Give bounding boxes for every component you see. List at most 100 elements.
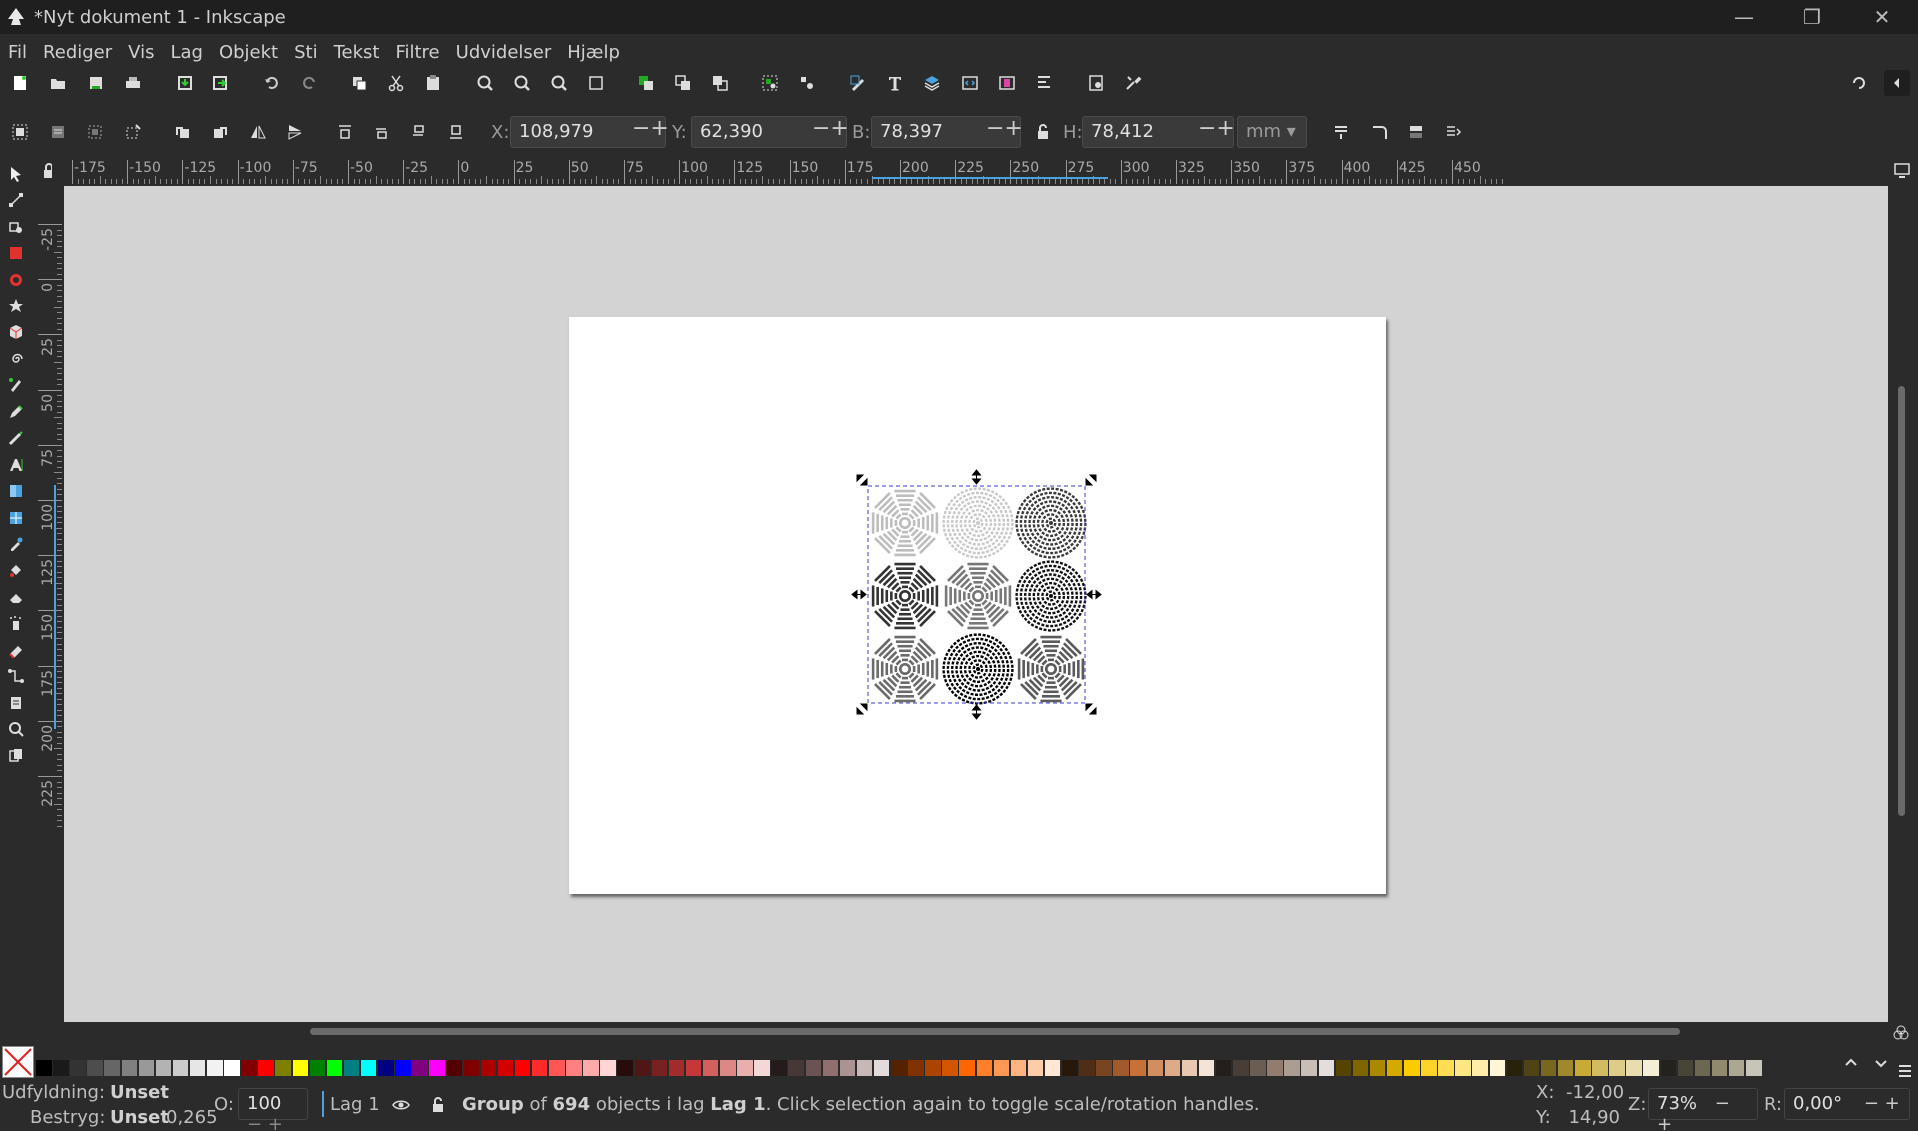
color-swatch[interactable]	[1421, 1060, 1437, 1076]
print-icon[interactable]	[120, 70, 146, 96]
color-swatch[interactable]	[207, 1060, 223, 1076]
color-swatch[interactable]	[617, 1060, 633, 1076]
unit-select[interactable]: mm ▾	[1237, 116, 1307, 148]
xml-editor-icon[interactable]	[957, 70, 983, 96]
color-swatch[interactable]	[1609, 1060, 1625, 1076]
menu-rediger[interactable]: Rediger	[35, 42, 120, 63]
color-swatch[interactable]	[754, 1060, 770, 1076]
color-swatch[interactable]	[1472, 1060, 1488, 1076]
zoom-selection-icon[interactable]	[472, 70, 498, 96]
zoom-tool-icon[interactable]	[4, 717, 28, 741]
measure-eraser-icon[interactable]	[4, 638, 28, 662]
lower-icon[interactable]	[406, 119, 432, 145]
color-swatch[interactable]	[1677, 1060, 1694, 1076]
color-swatch[interactable]	[891, 1060, 907, 1076]
color-swatch[interactable]	[104, 1060, 120, 1076]
paste-icon[interactable]	[420, 70, 446, 96]
minimize-button[interactable]: —	[1710, 0, 1778, 34]
move-gradients-icon[interactable]	[1403, 119, 1429, 145]
color-swatch[interactable]	[36, 1060, 52, 1076]
color-swatch[interactable]	[138, 1060, 155, 1076]
calligraphy-tool-icon[interactable]	[4, 426, 28, 450]
color-swatch[interactable]	[1284, 1060, 1300, 1076]
color-swatch[interactable]	[1164, 1060, 1181, 1076]
preferences-icon[interactable]	[1120, 70, 1146, 96]
fill-value[interactable]: Unset	[110, 1082, 169, 1103]
y-stepper[interactable]: −+	[812, 116, 849, 141]
color-swatch[interactable]	[1233, 1060, 1249, 1076]
height-stepper[interactable]: −+	[1198, 116, 1235, 141]
color-swatch[interactable]	[1728, 1060, 1745, 1076]
selected-group[interactable]	[64, 186, 1888, 1022]
color-swatch[interactable]	[1575, 1060, 1591, 1076]
color-swatch[interactable]	[343, 1060, 360, 1076]
color-swatch[interactable]	[771, 1060, 787, 1076]
color-swatch[interactable]	[1010, 1060, 1027, 1076]
horizontal-scroll-thumb[interactable]	[310, 1028, 1680, 1035]
text-tool-icon[interactable]	[4, 453, 28, 477]
unlink-clone-icon[interactable]	[707, 70, 733, 96]
menu-fil[interactable]: Fil	[0, 42, 35, 63]
color-swatch[interactable]	[429, 1060, 445, 1076]
open-icon[interactable]	[45, 70, 71, 96]
color-swatch[interactable]	[702, 1060, 719, 1076]
clone-icon[interactable]	[670, 70, 696, 96]
color-swatch[interactable]	[1301, 1060, 1317, 1076]
canvas[interactable]	[64, 186, 1888, 1022]
color-swatch[interactable]	[1592, 1060, 1608, 1076]
color-swatch[interactable]	[1523, 1060, 1540, 1076]
display-mode-icon[interactable]	[1890, 158, 1914, 182]
color-swatch[interactable]	[1062, 1060, 1078, 1076]
color-swatch[interactable]	[1335, 1060, 1352, 1076]
color-swatch[interactable]	[1198, 1060, 1215, 1076]
pages-tool-icon[interactable]	[4, 691, 28, 715]
connector-tool-icon[interactable]	[4, 664, 28, 688]
node-tool-icon[interactable]	[4, 188, 28, 212]
color-swatch[interactable]	[87, 1060, 103, 1076]
group-icon[interactable]	[757, 70, 783, 96]
color-swatch[interactable]	[1130, 1060, 1146, 1076]
menu-sti[interactable]: Sti	[286, 42, 325, 63]
color-swatch[interactable]	[873, 1060, 890, 1076]
color-swatch[interactable]	[412, 1060, 428, 1076]
color-swatch[interactable]	[1113, 1060, 1129, 1076]
export-icon[interactable]	[207, 70, 233, 96]
color-swatch[interactable]	[600, 1060, 616, 1076]
color-swatch[interactable]	[976, 1060, 992, 1076]
color-swatch[interactable]	[480, 1060, 497, 1076]
menu-vis[interactable]: Vis	[120, 42, 162, 63]
snap-toggle-icon[interactable]	[1846, 70, 1872, 96]
flip-horizontal-icon[interactable]	[245, 119, 271, 145]
color-swatch[interactable]	[651, 1060, 668, 1076]
layer-visibility-icon[interactable]	[388, 1092, 414, 1118]
maximize-button[interactable]: ❐	[1778, 0, 1846, 34]
rectangle-tool-icon[interactable]	[4, 241, 28, 265]
color-swatch[interactable]	[292, 1060, 308, 1076]
color-swatch[interactable]	[1438, 1060, 1454, 1076]
color-swatch[interactable]	[993, 1060, 1010, 1076]
color-swatch[interactable]	[1404, 1060, 1420, 1076]
zoom-drawing-icon[interactable]	[509, 70, 535, 96]
menu-udvidelser[interactable]: Udvidelser	[448, 42, 560, 63]
align-icon[interactable]	[1031, 70, 1057, 96]
text-font-icon[interactable]	[882, 70, 908, 96]
color-swatch[interactable]	[121, 1060, 137, 1076]
touch-select-icon[interactable]	[120, 119, 146, 145]
color-swatch[interactable]	[1096, 1060, 1112, 1076]
color-swatch[interactable]	[805, 1060, 821, 1076]
color-swatch[interactable]	[685, 1060, 702, 1076]
tweak-tool-icon[interactable]	[4, 215, 28, 239]
document-properties-icon[interactable]	[1083, 70, 1109, 96]
pages-2-icon[interactable]	[4, 743, 28, 767]
color-swatch[interactable]	[1557, 1060, 1574, 1076]
color-swatch[interactable]	[1215, 1060, 1232, 1076]
stroke-value[interactable]: Unset	[110, 1107, 169, 1128]
color-swatch[interactable]	[514, 1060, 531, 1076]
color-swatch[interactable]	[583, 1060, 599, 1076]
rotate-ccw-icon[interactable]	[170, 119, 196, 145]
menu-lag[interactable]: Lag	[162, 42, 210, 63]
color-swatch[interactable]	[942, 1060, 958, 1076]
menu-filtre[interactable]: Filtre	[387, 42, 447, 63]
color-swatch[interactable]	[1746, 1060, 1762, 1076]
color-swatch[interactable]	[497, 1060, 514, 1076]
